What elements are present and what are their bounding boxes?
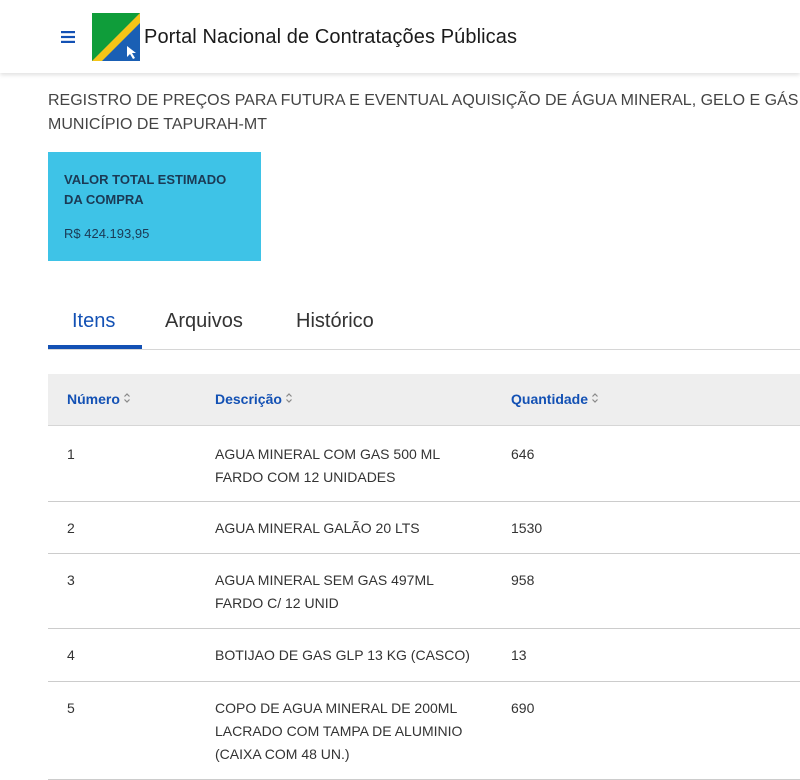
column-header-numero[interactable]: Número bbox=[67, 391, 131, 407]
table-row[interactable]: 2 AGUA MINERAL GALÃO 20 LTS 1530 bbox=[48, 502, 800, 554]
items-table: Número Descrição Quantidade 1 AGUA MINER… bbox=[48, 374, 800, 780]
cell-quantidade: 646 bbox=[511, 446, 535, 462]
total-value-label: VALOR TOTAL ESTIMADO DA COMPRA bbox=[64, 172, 227, 207]
cell-quantidade: 958 bbox=[511, 572, 535, 588]
column-header-quantidade[interactable]: Quantidade bbox=[511, 391, 599, 407]
active-tab-indicator bbox=[48, 345, 142, 349]
tab-historico[interactable]: Histórico bbox=[296, 310, 374, 333]
portal-title[interactable]: Portal Nacional de Contratações Públicas bbox=[144, 26, 517, 49]
total-value-amount: R$ 424.193,95 bbox=[64, 226, 150, 241]
cell-descricao: AGUA MINERAL SEM GAS 497ML FARDO C/ 12 U… bbox=[215, 572, 434, 611]
cell-descricao: AGUA MINERAL GALÃO 20 LTS bbox=[215, 520, 420, 536]
table-row[interactable]: 4 BOTIJAO DE GAS GLP 13 KG (CASCO) 13 bbox=[48, 629, 800, 682]
cell-numero: 2 bbox=[67, 520, 75, 536]
cell-quantidade: 1530 bbox=[511, 520, 543, 536]
cell-numero: 5 bbox=[67, 700, 75, 716]
column-header-label: Número bbox=[67, 391, 120, 407]
cell-descricao: AGUA MINERAL COM GAS 500 ML FARDO COM 12… bbox=[215, 446, 440, 485]
table-row[interactable]: 3 AGUA MINERAL SEM GAS 497ML FARDO C/ 12… bbox=[48, 554, 800, 629]
cell-descricao: BOTIJAO DE GAS GLP 13 KG (CASCO) bbox=[215, 647, 470, 663]
cell-descricao: COPO DE AGUA MINERAL DE 200ML LACRADO CO… bbox=[215, 700, 463, 762]
table-row[interactable]: 1 AGUA MINERAL COM GAS 500 ML FARDO COM … bbox=[48, 426, 800, 502]
sort-icon bbox=[123, 391, 131, 407]
menu-button[interactable] bbox=[58, 27, 78, 47]
cell-quantidade: 13 bbox=[511, 647, 527, 663]
pncp-logo[interactable] bbox=[92, 13, 140, 61]
column-header-label: Descrição bbox=[215, 391, 282, 407]
tab-bar: Itens Arquivos Histórico bbox=[48, 300, 800, 350]
site-header: Portal Nacional de Contratações Públicas bbox=[0, 0, 800, 73]
column-header-label: Quantidade bbox=[511, 391, 589, 407]
total-value-card: VALOR TOTAL ESTIMADO DA COMPRA R$ 424.19… bbox=[48, 152, 261, 261]
tab-arquivos[interactable]: Arquivos bbox=[165, 310, 243, 333]
tab-itens[interactable]: Itens bbox=[72, 310, 115, 333]
sort-icon bbox=[591, 391, 599, 407]
cell-numero: 1 bbox=[67, 446, 75, 462]
purchase-description: REGISTRO DE PREÇOS PARA FUTURA E EVENTUA… bbox=[48, 92, 800, 133]
sort-icon bbox=[285, 391, 293, 407]
table-header: Número Descrição Quantidade bbox=[48, 374, 800, 426]
table-row[interactable]: 5 COPO DE AGUA MINERAL DE 200ML LACRADO … bbox=[48, 682, 800, 780]
column-header-descricao[interactable]: Descrição bbox=[215, 391, 293, 407]
cell-numero: 3 bbox=[67, 572, 75, 588]
hamburger-menu-icon bbox=[61, 31, 75, 43]
cell-numero: 4 bbox=[67, 647, 75, 663]
cell-quantidade: 690 bbox=[511, 700, 535, 716]
